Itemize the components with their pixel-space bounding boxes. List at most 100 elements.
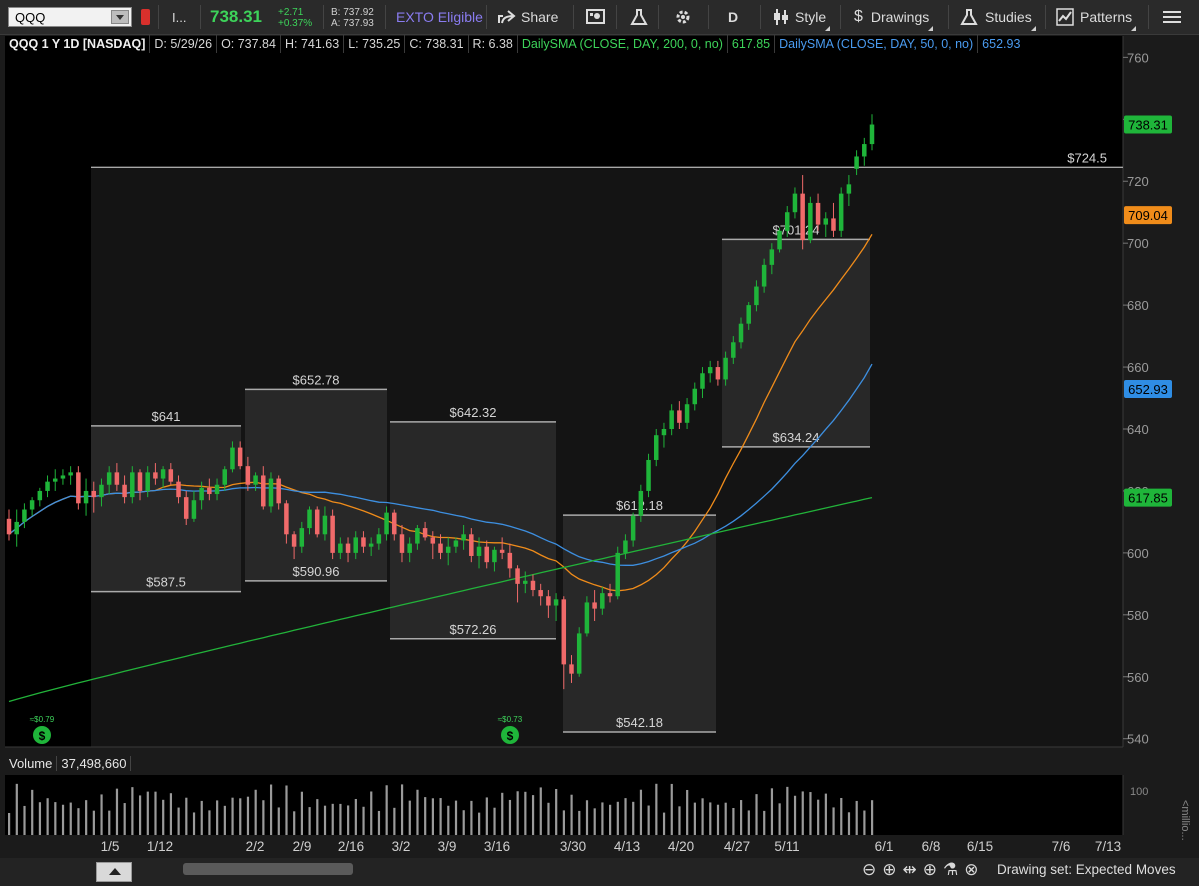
price-tick-label-720: 720 bbox=[1127, 174, 1149, 189]
candle-body-43 bbox=[338, 543, 343, 553]
sma200-label[interactable]: DailySMA (CLOSE, DAY, 200, 0, no) bbox=[518, 35, 728, 53]
candle-body-47 bbox=[368, 543, 374, 547]
ask-value: A: 737.93 bbox=[331, 18, 374, 29]
candle-body-51 bbox=[399, 534, 405, 553]
chart-settings-button[interactable] bbox=[586, 0, 606, 34]
volume-bar-18 bbox=[146, 791, 149, 835]
divider bbox=[948, 5, 949, 29]
flag-icon[interactable] bbox=[141, 9, 150, 25]
symbol-dropdown-icon[interactable] bbox=[111, 10, 129, 24]
volume-bar-46 bbox=[362, 806, 365, 835]
crosshair-icon[interactable]: ⊕ bbox=[923, 860, 937, 880]
volume-bar-111 bbox=[863, 810, 866, 835]
volume-bar-38 bbox=[300, 791, 304, 835]
time-tick-label-5: 3/2 bbox=[392, 839, 411, 854]
volume-bar-31 bbox=[246, 796, 250, 835]
candle-body-5 bbox=[45, 481, 50, 491]
divider bbox=[158, 5, 159, 29]
candle-body-23 bbox=[183, 497, 189, 519]
candle-body-76 bbox=[592, 602, 597, 609]
share-button[interactable]: Share bbox=[497, 0, 558, 34]
candle-body-53 bbox=[415, 528, 420, 544]
ohlc-close: C: 738.31 bbox=[405, 35, 469, 53]
time-tick-label-0: 1/5 bbox=[101, 839, 120, 854]
aggregation-button[interactable]: D bbox=[728, 0, 738, 34]
candle-body-42 bbox=[330, 515, 335, 553]
volume-bar-14 bbox=[115, 788, 119, 835]
style-menu[interactable]: Style bbox=[772, 0, 831, 34]
patterns-menu-corner-icon bbox=[1131, 26, 1137, 31]
beaker-button[interactable] bbox=[630, 0, 648, 34]
time-axis[interactable]: 1/5 1/12 2/2 2/9 2/16 3/2 3/9 3/16 3/30 4/13 4/20 4… bbox=[101, 839, 1122, 854]
drawings-menu[interactable]: $ Drawings bbox=[854, 0, 934, 34]
time-tick-label-3: 2/9 bbox=[293, 839, 312, 854]
volume-bar-92 bbox=[716, 804, 720, 835]
time-tick-label-16: 7/6 bbox=[1052, 839, 1071, 854]
zoom-controls: ⊖ ⊕ ⇹ ⊕ ⚗ ⊗ bbox=[862, 860, 979, 880]
time-tick-label-14: 6/8 bbox=[922, 839, 941, 854]
expected-move-high-label-3: $642.32 bbox=[450, 405, 497, 420]
volume-bar-60 bbox=[470, 800, 473, 835]
chart-title: QQQ 1 Y 1D [NASDAQ] bbox=[5, 35, 151, 53]
candle-body-87 bbox=[677, 410, 682, 423]
change-percent: +0.37% bbox=[278, 18, 313, 29]
divider bbox=[486, 5, 487, 29]
zoom-in-icon[interactable]: ⊕ bbox=[882, 860, 896, 880]
volume-bar-35 bbox=[277, 807, 280, 835]
volume-bar-54 bbox=[424, 797, 427, 835]
sma50-label[interactable]: DailySMA (CLOSE, DAY, 50, 0, no) bbox=[775, 35, 979, 53]
volume-bar-57 bbox=[447, 805, 450, 835]
account-menu[interactable]: I... bbox=[172, 0, 186, 34]
volume-bar-51 bbox=[400, 784, 404, 835]
volume-bar-68 bbox=[531, 795, 535, 835]
volume-bar-23 bbox=[185, 797, 188, 835]
volume-bar-79 bbox=[616, 801, 619, 835]
beaker-small-icon[interactable]: ⚗ bbox=[943, 860, 958, 880]
symbol-input[interactable]: QQQ bbox=[8, 7, 132, 27]
candle-body-72 bbox=[561, 599, 567, 665]
volume-bar-16 bbox=[131, 787, 134, 835]
gear-button[interactable] bbox=[674, 0, 692, 34]
candle-body-31 bbox=[245, 466, 251, 485]
time-tick-label-12: 5/11 bbox=[774, 839, 799, 854]
time-tick-label-13: 6/1 bbox=[875, 839, 894, 854]
ohlc-open: O: 737.84 bbox=[217, 35, 281, 53]
price-chart[interactable]: 540560580600620640660680700720740760 $64… bbox=[0, 0, 1199, 886]
scrollbar-thumb[interactable] bbox=[183, 863, 353, 875]
candle-body-59 bbox=[461, 534, 466, 541]
candle-body-103 bbox=[800, 193, 805, 241]
volume-bar-10 bbox=[85, 800, 88, 835]
volume-bar-56 bbox=[439, 798, 442, 835]
volume-bar-32 bbox=[254, 789, 257, 835]
divider bbox=[760, 5, 761, 29]
scroll-up-button[interactable] bbox=[96, 862, 132, 882]
candle-body-11 bbox=[91, 490, 97, 498]
volume-bar-72 bbox=[562, 810, 565, 835]
volume-bar-70 bbox=[547, 802, 550, 835]
volume-bar-34 bbox=[269, 784, 273, 835]
volume-bar-81 bbox=[632, 801, 635, 835]
divider bbox=[385, 5, 386, 29]
volume-bar-45 bbox=[354, 798, 357, 835]
volume-header bbox=[5, 754, 1123, 774]
candle-body-57 bbox=[445, 546, 451, 553]
candle-body-41 bbox=[322, 515, 328, 535]
exto-eligible-link[interactable]: EXTO Eligible bbox=[396, 0, 483, 34]
patterns-menu[interactable]: Patterns bbox=[1056, 0, 1137, 34]
volume-bar-48 bbox=[377, 810, 381, 835]
candle-body-75 bbox=[584, 602, 590, 634]
candle-body-24 bbox=[191, 500, 197, 519]
reset-icon[interactable]: ⊗ bbox=[964, 860, 978, 880]
volume-bar-97 bbox=[755, 794, 758, 835]
pan-arrows-icon[interactable]: ⇹ bbox=[903, 860, 917, 880]
volume-info: Volume 37,498,660 bbox=[5, 756, 132, 771]
volume-bar-15 bbox=[123, 803, 126, 835]
volume-bar-67 bbox=[524, 791, 527, 835]
sma50-value: 652.93 bbox=[982, 37, 1021, 51]
menu-button[interactable] bbox=[1162, 0, 1182, 34]
drawing-set-label[interactable]: Drawing set: Expected Moves bbox=[997, 862, 1176, 877]
studies-menu[interactable]: Studies bbox=[960, 0, 1036, 34]
dividend-dollar-sign-0: $ bbox=[39, 729, 46, 743]
candlestick-icon bbox=[774, 9, 788, 25]
zoom-out-icon[interactable]: ⊖ bbox=[862, 860, 876, 880]
